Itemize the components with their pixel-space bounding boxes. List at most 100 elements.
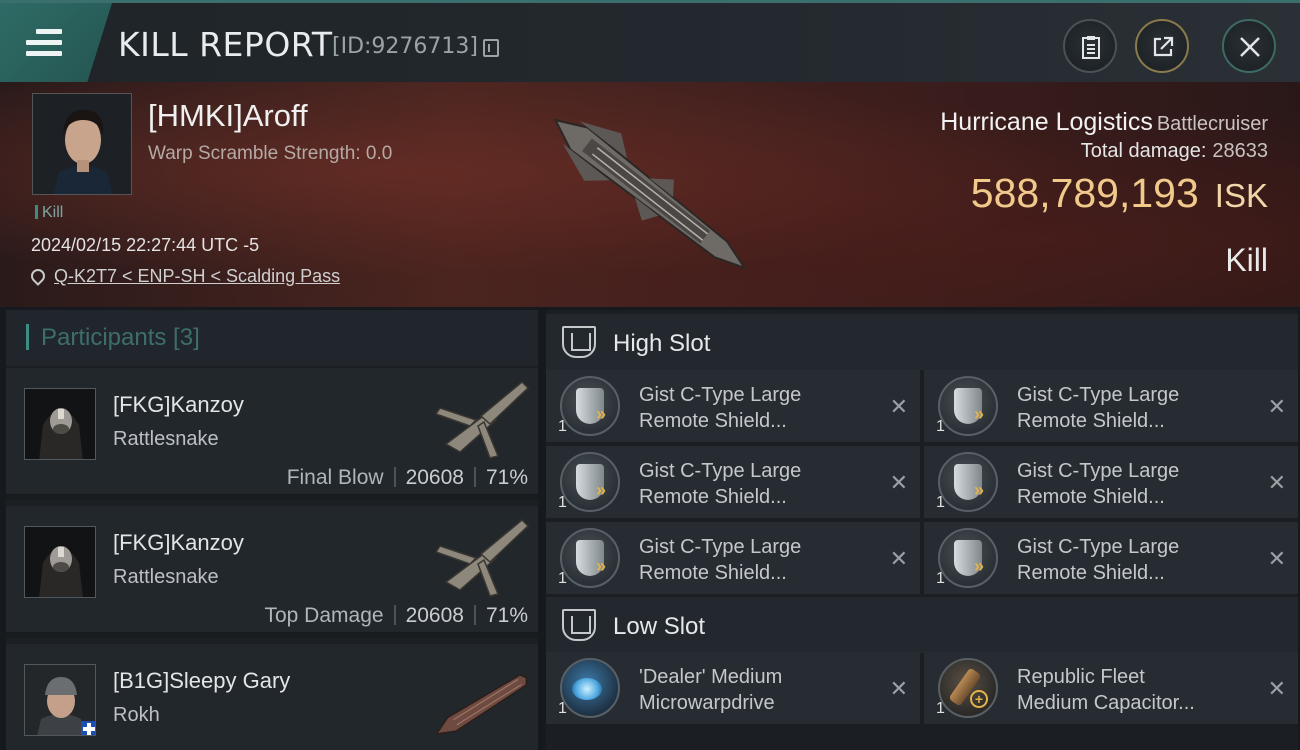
copy-icon[interactable] xyxy=(483,39,499,57)
location-pin-icon xyxy=(28,266,48,286)
shield-booster-icon: » xyxy=(938,528,998,588)
helmet-avatar-image xyxy=(25,527,95,597)
module-name: Republic Fleet Medium Capacitor... xyxy=(1017,666,1195,714)
participants-header: Participants [3] xyxy=(6,310,538,366)
isk-amount: 588,789,193 xyxy=(970,170,1199,216)
victim-name[interactable]: [HMKI]Aroff xyxy=(148,98,308,134)
low-slot-header: Low Slot xyxy=(546,597,1298,653)
shield-booster-icon: » xyxy=(560,452,620,512)
participant-percent: 71% xyxy=(485,466,528,489)
total-damage: Total damage: 28633 xyxy=(1081,140,1268,163)
helmet-avatar-image xyxy=(25,389,95,459)
victim-ship[interactable]: Hurricane Logistics Battlecruiser xyxy=(940,108,1268,137)
participant-name: [FKG]Kanzoy xyxy=(113,530,244,555)
victim-panel: [HMKI]Aroff Warp Scramble Strength: 0.0 … xyxy=(0,82,1300,307)
module-item[interactable]: » 1 Gist C-Type Large Remote Shield... ✕ xyxy=(924,446,1298,518)
participants-title: Participants [3] xyxy=(26,324,200,352)
destroyed-x-icon: ✕ xyxy=(1267,470,1286,495)
location-link[interactable]: Q-K2T7 < ENP-SH < Scalding Pass xyxy=(54,266,340,286)
module-name: Gist C-Type Large Remote Shield... xyxy=(1017,536,1180,584)
clipboard-icon xyxy=(1082,36,1100,59)
module-item[interactable]: » 1 Gist C-Type Large Remote Shield... ✕ xyxy=(546,370,920,442)
module-quantity: 1 xyxy=(936,700,945,717)
share-icon xyxy=(1153,36,1174,57)
module-quantity: 1 xyxy=(936,494,945,511)
participant-avatar xyxy=(24,664,96,736)
shield-booster-icon: » xyxy=(938,376,998,436)
participant-percent: 71% xyxy=(485,604,528,627)
victim-ship-class: Battlecruiser xyxy=(1156,113,1268,135)
participant-ship-image xyxy=(435,673,528,735)
destroyed-x-icon: ✕ xyxy=(889,546,908,571)
microwarpdrive-icon xyxy=(560,658,620,718)
victim-ship-image[interactable] xyxy=(520,94,780,294)
clipboard-button[interactable] xyxy=(1063,19,1117,73)
module-quantity: 1 xyxy=(936,418,945,435)
module-quantity: 1 xyxy=(558,700,567,717)
module-name: Gist C-Type Large Remote Shield... xyxy=(1017,384,1180,432)
isk-unit: ISK xyxy=(1214,177,1268,214)
page-title: KILL REPORT xyxy=(118,25,333,64)
participant-stats: Top Damage 20608 71% xyxy=(264,604,528,628)
low-slot-icon xyxy=(562,609,596,641)
close-icon xyxy=(1240,37,1260,57)
close-button[interactable] xyxy=(1222,19,1276,73)
warp-scramble-text: Warp Scramble Strength: 0.0 xyxy=(148,143,393,164)
module-item[interactable]: » 1 Gist C-Type Large Remote Shield... ✕ xyxy=(546,446,920,518)
share-button[interactable] xyxy=(1135,19,1189,73)
shield-booster-icon: » xyxy=(938,452,998,512)
participant-name: [B1G]Sleepy Gary xyxy=(113,668,291,693)
module-item[interactable]: » 1 Gist C-Type Large Remote Shield... ✕ xyxy=(924,522,1298,594)
capacitor-icon: + xyxy=(938,658,998,718)
module-item[interactable]: » 1 Gist C-Type Large Remote Shield... ✕ xyxy=(546,522,920,594)
participant-row[interactable]: [FKG]Kanzoy Rattlesnake Top Damage 20608 7… xyxy=(6,506,538,638)
module-quantity: 1 xyxy=(558,494,567,511)
participant-row[interactable]: [B1G]Sleepy Gary Rokh xyxy=(6,644,538,750)
kill-datetime: 2024/02/15 22:27:44 UTC -5 xyxy=(31,235,260,255)
victim-ship-name: Hurricane Logistics xyxy=(940,108,1153,136)
participant-stat-label: Top Damage xyxy=(264,604,384,627)
module-quantity: 1 xyxy=(936,570,945,587)
destroyed-x-icon: ✕ xyxy=(889,394,908,419)
destroyed-x-icon: ✕ xyxy=(1267,394,1286,419)
destroyed-x-icon: ✕ xyxy=(889,470,908,495)
participant-ship-image xyxy=(434,380,530,459)
kill-location[interactable]: Q-K2T7 < ENP-SH < Scalding Pass xyxy=(28,266,340,287)
high-slot-icon xyxy=(562,326,596,358)
module-item[interactable]: 1 'Dealer' Medium Microwarpdrive ✕ xyxy=(546,652,920,724)
module-name: Gist C-Type Large Remote Shield... xyxy=(639,384,802,432)
shield-booster-icon: » xyxy=(560,528,620,588)
report-id: [ID:9276713] xyxy=(332,34,478,59)
destroyed-x-icon: ✕ xyxy=(889,676,908,701)
module-item[interactable]: » 1 Gist C-Type Large Remote Shield... ✕ xyxy=(924,370,1298,442)
participant-avatar xyxy=(24,388,96,460)
low-slot-title: Low Slot xyxy=(613,613,706,640)
module-name: Gist C-Type Large Remote Shield... xyxy=(639,460,802,508)
module-quantity: 1 xyxy=(558,570,567,587)
destroyed-x-icon: ✕ xyxy=(1267,676,1286,701)
participant-name: [FKG]Kanzoy xyxy=(113,392,244,417)
victim-portrait[interactable] xyxy=(32,93,132,195)
high-slot-title: High Slot xyxy=(613,330,711,357)
module-quantity: 1 xyxy=(558,418,567,435)
result-label: Kill xyxy=(1225,242,1268,278)
pilot-avatar-image xyxy=(25,665,95,735)
participant-ship-image xyxy=(434,518,530,597)
participant-stat-label: Final Blow xyxy=(286,466,384,489)
participant-row[interactable]: [FKG]Kanzoy Rattlesnake Final Blow 20608 7… xyxy=(6,368,538,500)
hamburger-icon xyxy=(26,29,62,57)
participant-ship: Rattlesnake xyxy=(113,428,219,450)
pilot-portrait-image xyxy=(33,94,131,194)
fitting-panel: High Slot » 1 Gist C-Type Large Remote Sh… xyxy=(546,310,1298,750)
participant-ship: Rokh xyxy=(113,704,160,726)
module-item[interactable]: + 1 Republic Fleet Medium Capacitor... ✕ xyxy=(924,652,1298,724)
title-bar: KILL REPORT [ID:9276713] xyxy=(0,0,1300,82)
participants-panel: Participants [3] [FKG]Kanzoy Rattlesnake… xyxy=(6,310,538,750)
total-damage-value: 28633 xyxy=(1212,140,1268,162)
participant-stats: Final Blow 20608 71% xyxy=(287,466,528,490)
isk-value: 588,789,193 ISK xyxy=(971,170,1268,217)
module-name: Gist C-Type Large Remote Shield... xyxy=(1017,460,1180,508)
participant-damage: 20608 xyxy=(405,604,464,627)
participant-ship: Rattlesnake xyxy=(113,566,219,588)
menu-button[interactable] xyxy=(0,3,112,82)
